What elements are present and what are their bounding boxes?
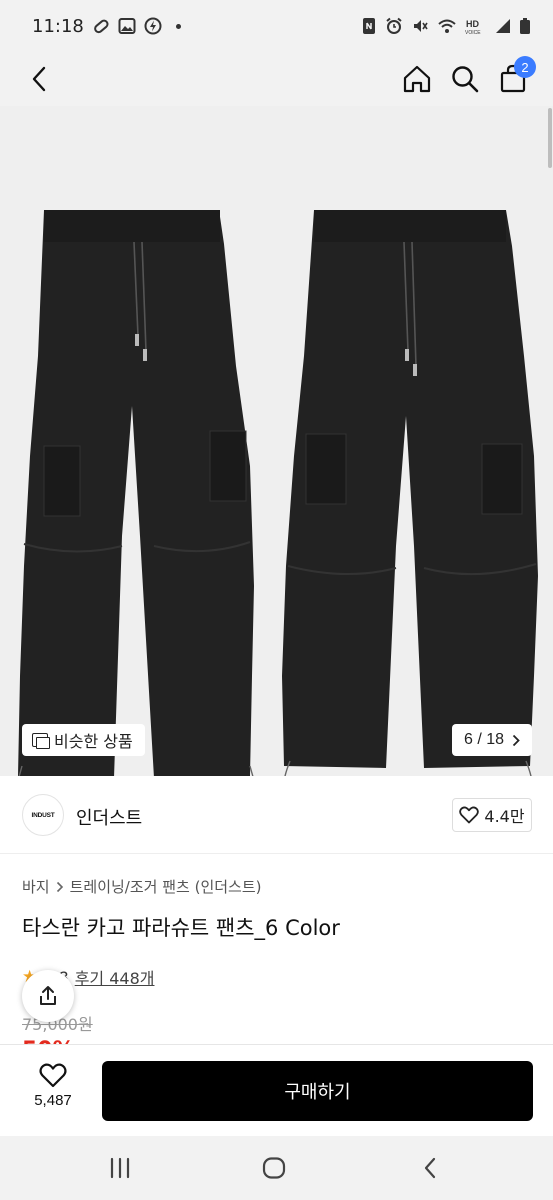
lightning-icon xyxy=(144,17,162,35)
status-time: 11:18 xyxy=(32,15,84,37)
scrollbar-thumb[interactable] xyxy=(548,108,552,168)
image-counter-button[interactable]: 6 / 18 xyxy=(452,724,532,756)
product-title: 타스란 카고 파라슈트 팬츠_6 Color xyxy=(22,916,340,940)
recent-apps-icon xyxy=(110,1157,130,1179)
system-back-button[interactable] xyxy=(410,1150,450,1186)
svg-text:HD: HD xyxy=(466,19,479,29)
brand-like-count: 4.4만 xyxy=(484,807,525,826)
brand-logo[interactable]: INDUST xyxy=(22,794,64,836)
home-button[interactable] xyxy=(400,62,434,96)
similar-products-button[interactable]: 비슷한 상품 xyxy=(22,724,145,756)
similar-products-icon xyxy=(32,733,50,749)
chevron-right-icon xyxy=(56,881,63,892)
chevron-right-icon xyxy=(512,734,520,746)
image-counter: 6 / 18 xyxy=(463,731,505,748)
hd-voice-icon: HDVOICE xyxy=(465,19,481,35)
product-like-button[interactable]: 5,487 xyxy=(20,1063,86,1123)
buy-button[interactable]: 구매하기 xyxy=(102,1061,533,1121)
product-image-gallery[interactable]: 비슷한 상품 6 / 18 xyxy=(0,106,553,776)
status-bar: 11:18 HD VOICE xyxy=(0,0,553,52)
brand-row[interactable]: INDUST 인더스트 4.4만 xyxy=(0,776,553,854)
similar-products-label: 비슷한 상품 xyxy=(54,732,133,751)
system-home-button[interactable] xyxy=(254,1150,294,1186)
recent-apps-button[interactable] xyxy=(100,1150,140,1186)
search-button[interactable] xyxy=(448,62,482,96)
product-image-pants-back xyxy=(282,210,538,776)
heart-outline-icon xyxy=(39,1063,67,1088)
category-breadcrumb: 바지 트레이닝/조거 팬츠 (인더스트) xyxy=(22,876,262,897)
cart-button[interactable]: 2 xyxy=(496,56,536,96)
brand-name[interactable]: 인더스트 xyxy=(76,804,142,830)
chevron-left-icon xyxy=(32,66,46,92)
top-app-bar: 2 xyxy=(0,52,553,106)
cart-count-badge: 2 xyxy=(514,56,536,78)
share-button[interactable] xyxy=(22,970,74,1022)
battery-icon xyxy=(520,18,530,34)
product-like-count: 5,487 xyxy=(34,1092,72,1109)
heart-outline-icon xyxy=(459,806,480,824)
signal-icon xyxy=(496,19,510,33)
breadcrumb-item-category[interactable]: 트레이닝/조거 팬츠 (인더스트) xyxy=(70,876,262,897)
share-icon xyxy=(40,986,56,1005)
home-circle-icon xyxy=(262,1157,286,1179)
notification-dot-icon xyxy=(175,23,181,29)
search-icon xyxy=(452,66,479,93)
brand-like-button[interactable]: 4.4만 xyxy=(452,798,532,832)
home-icon xyxy=(403,65,431,93)
mute-icon xyxy=(414,20,428,32)
product-image-pants-front xyxy=(18,210,254,776)
wifi-icon xyxy=(438,19,456,33)
reviews-link[interactable]: 후기 448개 xyxy=(75,965,155,989)
pill-icon xyxy=(94,19,109,34)
breadcrumb-item-pants[interactable]: 바지 xyxy=(22,876,50,897)
nfc-icon xyxy=(363,18,375,34)
alarm-icon xyxy=(386,17,402,34)
back-button[interactable] xyxy=(22,62,56,96)
image-icon xyxy=(118,18,136,34)
purchase-bar: 5,487 구매하기 xyxy=(0,1044,553,1136)
system-navigation-bar xyxy=(0,1136,553,1200)
chevron-left-icon xyxy=(424,1157,436,1179)
svg-text:VOICE: VOICE xyxy=(465,30,481,35)
